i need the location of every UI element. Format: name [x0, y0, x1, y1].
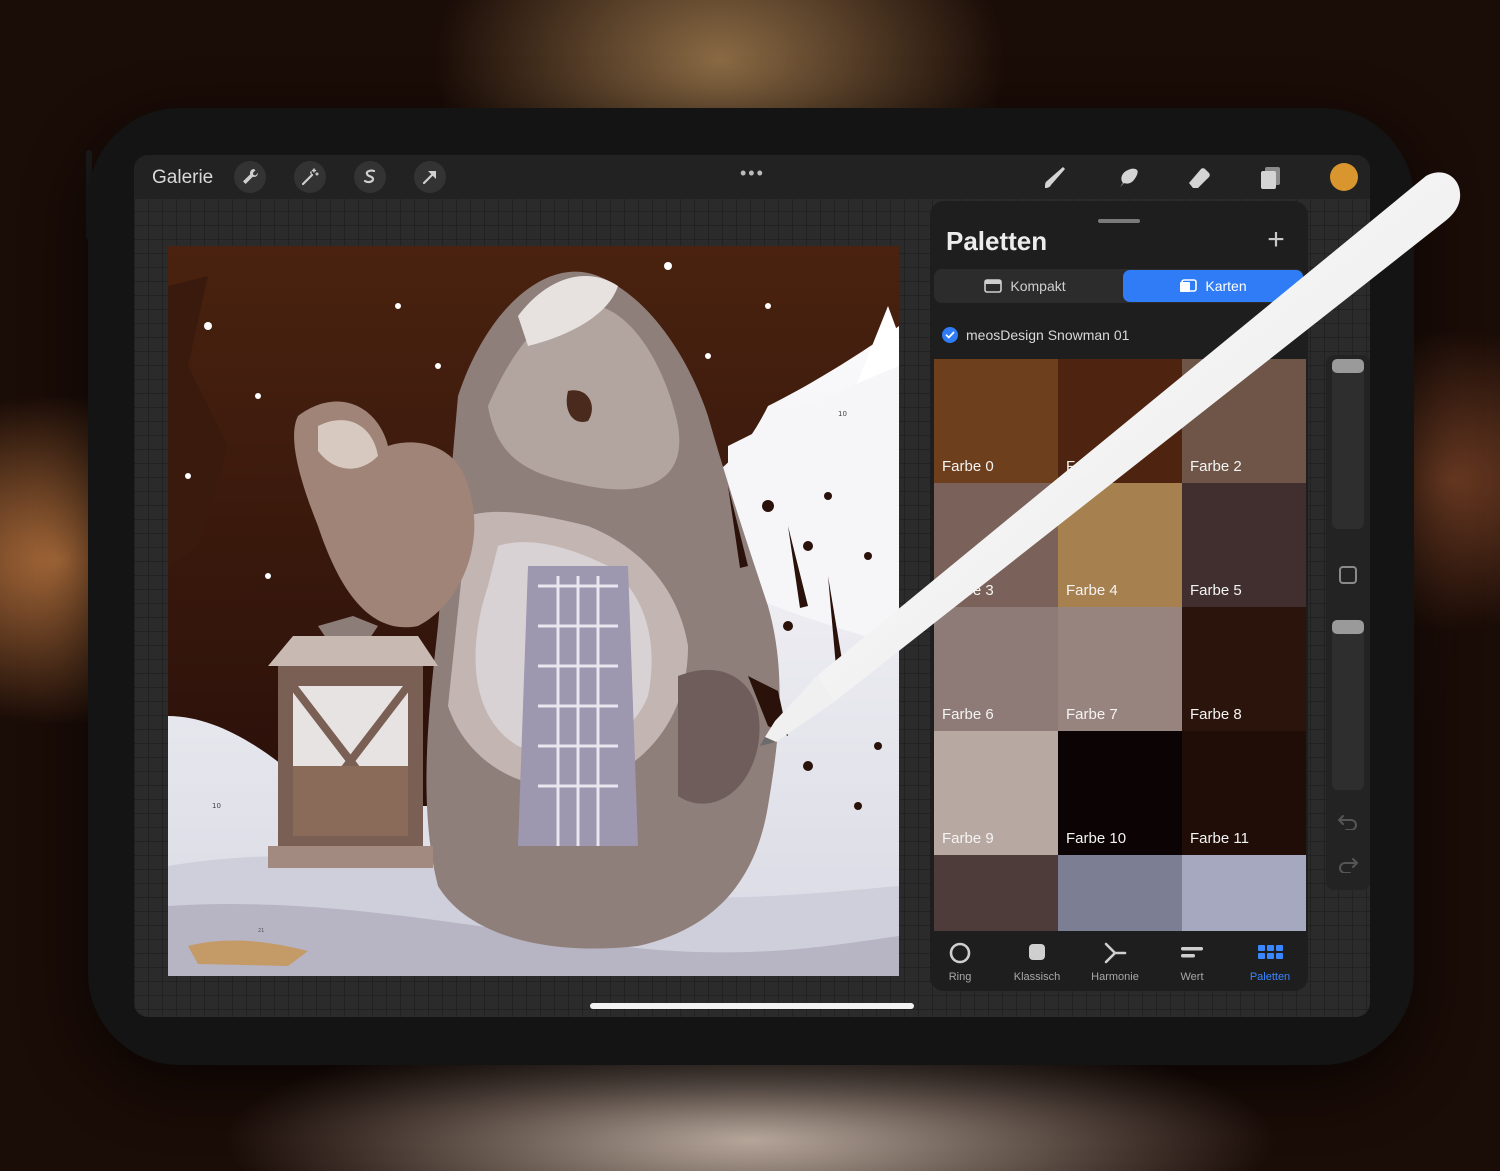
value-sliders-icon	[1181, 947, 1203, 958]
opacity-slider[interactable]	[1332, 620, 1364, 790]
harmony-icon	[1104, 942, 1127, 964]
brush-size-slider[interactable]	[1332, 359, 1364, 529]
color-swatch[interactable]: Farbe 7	[1058, 607, 1182, 731]
color-swatch[interactable]: Farbe 10	[1058, 731, 1182, 855]
procreate-screen: Galerie ••• 10 10 21 Paletten + Kompakt …	[134, 155, 1370, 1017]
undo-icon[interactable]	[1337, 812, 1359, 830]
ring-icon	[949, 942, 971, 964]
cards-icon	[1180, 279, 1198, 292]
home-indicator	[590, 1003, 914, 1009]
color-swatch[interactable]: Farbe 2	[1182, 359, 1306, 483]
tab-palettes[interactable]: Paletten	[1231, 941, 1308, 983]
classic-square-icon	[1029, 944, 1045, 960]
color-swatch[interactable]: Farbe 8	[1182, 607, 1306, 731]
transform-arrow-icon[interactable]	[414, 161, 446, 193]
paint-number: 21	[258, 928, 264, 934]
color-swatch[interactable]: Farbe 3	[934, 483, 1058, 607]
magic-wand-icon[interactable]	[294, 161, 326, 193]
modify-button[interactable]	[1339, 566, 1357, 584]
tab-value[interactable]: Wert	[1153, 941, 1231, 983]
opacity-thumb[interactable]	[1332, 620, 1364, 634]
palettes-grid-icon	[1258, 945, 1283, 959]
swatch-grid: Farbe 0 Farbe 1 Farbe 2 Farbe 3 Farbe 4 …	[934, 359, 1306, 979]
more-options-button[interactable]: •••	[740, 163, 765, 184]
smudge-icon[interactable]	[1110, 161, 1144, 195]
wrench-icon[interactable]	[234, 161, 266, 193]
lantern	[268, 616, 438, 868]
layers-icon[interactable]	[1254, 161, 1288, 195]
color-swatch[interactable]: Farbe 11	[1182, 731, 1306, 855]
color-swatch[interactable]: Farbe 4	[1058, 483, 1182, 607]
palette-name: meosDesign Snowman 01	[966, 327, 1130, 343]
tab-ring[interactable]: Ring	[930, 941, 999, 983]
artwork-canvas[interactable]: 10 10 21	[168, 246, 899, 976]
sidebar-controls	[1326, 355, 1370, 890]
paint-number: 10	[212, 802, 221, 810]
add-palette-button[interactable]: +	[1263, 225, 1289, 255]
gallery-button[interactable]: Galerie	[152, 167, 213, 189]
tab-harmony[interactable]: Harmonie	[1076, 941, 1154, 983]
eraser-icon[interactable]	[1182, 161, 1216, 195]
brush-icon[interactable]	[1038, 161, 1072, 195]
color-mode-tabs: Ring Klassisch Harmonie Wert Paletten	[930, 931, 1308, 991]
redo-icon[interactable]	[1337, 855, 1359, 873]
color-swatch[interactable]: Farbe 6	[934, 607, 1058, 731]
compact-icon	[984, 279, 1003, 293]
snowman-painting: 10 10 21	[168, 246, 899, 976]
view-cards-button[interactable]: Karten	[1123, 270, 1303, 302]
panel-title: Paletten	[946, 226, 1048, 256]
color-swatch[interactable]: Farbe 5	[1182, 483, 1306, 607]
brush-size-thumb[interactable]	[1332, 359, 1364, 373]
paint-number: 10	[838, 410, 847, 418]
checkmark-icon	[942, 327, 958, 343]
color-swatch[interactable]: Farbe 1	[1058, 359, 1182, 483]
palette-header[interactable]: meosDesign Snowman 01	[942, 327, 1129, 343]
current-color-button[interactable]	[1330, 163, 1358, 191]
color-swatch[interactable]: Farbe 9	[934, 731, 1058, 855]
top-toolbar: Galerie •••	[134, 155, 1370, 199]
tab-classic[interactable]: Klassisch	[998, 941, 1076, 983]
selection-icon[interactable]	[354, 161, 386, 193]
panel-grabber[interactable]	[1098, 219, 1140, 223]
palettes-panel: Paletten + Kompakt Karten meosDesign Sno…	[930, 201, 1308, 991]
view-cards-label: Karten	[1205, 278, 1247, 294]
color-swatch[interactable]: Farbe 0	[934, 359, 1058, 483]
view-compact-button[interactable]: Kompakt	[935, 270, 1115, 302]
view-compact-label: Kompakt	[1010, 278, 1066, 294]
view-segmented-control: Kompakt Karten	[934, 269, 1304, 303]
